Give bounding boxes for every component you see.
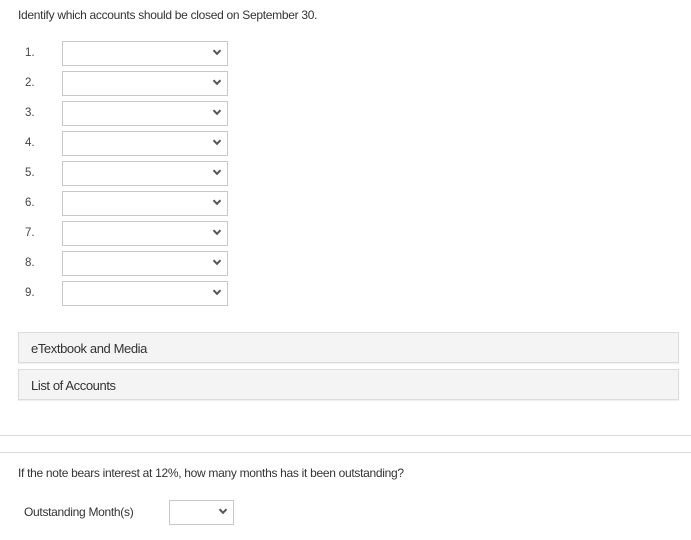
account-row-5: 5.	[0, 161, 240, 186]
list-of-accounts-panel[interactable]: List of Accounts	[18, 369, 679, 400]
instruction-text: Identify which accounts should be closed…	[18, 8, 318, 22]
row-number: 5.	[25, 167, 35, 179]
list-of-accounts-label: List of Accounts	[31, 378, 116, 393]
chevron-down-icon	[212, 227, 222, 237]
account-row-6: 6.	[0, 191, 240, 216]
section-divider-bottom	[0, 452, 691, 453]
chevron-down-icon	[212, 257, 222, 267]
row-number: 3.	[25, 107, 35, 119]
account-select-1[interactable]	[62, 41, 228, 66]
chevron-down-icon	[212, 107, 222, 117]
section-divider-top	[0, 435, 691, 436]
account-row-7: 7.	[0, 221, 240, 246]
row-number: 9.	[25, 287, 35, 299]
chevron-down-icon	[212, 167, 222, 177]
account-row-1: 1.	[0, 41, 240, 66]
etextbook-panel[interactable]: eTextbook and Media	[18, 332, 679, 363]
row-number: 1.	[25, 47, 35, 59]
account-select-4[interactable]	[62, 131, 228, 156]
account-select-3[interactable]	[62, 101, 228, 126]
chevron-down-icon	[218, 506, 228, 516]
account-row-2: 2.	[0, 71, 240, 96]
account-row-9: 9.	[0, 281, 240, 306]
row-number: 2.	[25, 77, 35, 89]
account-row-3: 3.	[0, 101, 240, 126]
outstanding-months-select[interactable]	[169, 500, 234, 525]
interest-question: If the note bears interest at 12%, how m…	[18, 466, 404, 480]
chevron-down-icon	[212, 137, 222, 147]
row-number: 7.	[25, 227, 35, 239]
chevron-down-icon	[212, 197, 222, 207]
row-number: 4.	[25, 137, 35, 149]
account-select-6[interactable]	[62, 191, 228, 216]
outstanding-months-label: Outstanding Month(s)	[24, 505, 134, 519]
account-row-8: 8.	[0, 251, 240, 276]
account-select-7[interactable]	[62, 221, 228, 246]
account-select-5[interactable]	[62, 161, 228, 186]
account-select-8[interactable]	[62, 251, 228, 276]
row-number: 6.	[25, 197, 35, 209]
chevron-down-icon	[212, 287, 222, 297]
account-row-4: 4.	[0, 131, 240, 156]
chevron-down-icon	[212, 47, 222, 57]
account-select-9[interactable]	[62, 281, 228, 306]
account-select-2[interactable]	[62, 71, 228, 96]
etextbook-label: eTextbook and Media	[31, 341, 147, 356]
chevron-down-icon	[212, 77, 222, 87]
row-number: 8.	[25, 257, 35, 269]
